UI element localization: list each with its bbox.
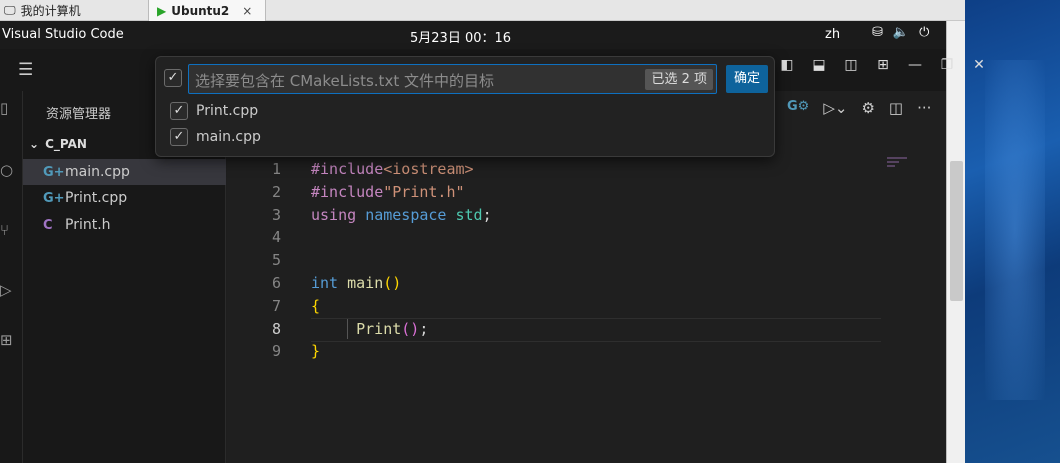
select-all-checkbox[interactable]: ✓ — [164, 69, 182, 87]
minimize-icon[interactable]: — — [904, 57, 926, 73]
line-number: 1 — [271, 160, 281, 178]
item-checkbox[interactable]: ✓ — [170, 102, 188, 120]
network-icon: ⛁ — [872, 25, 883, 40]
c-header-icon: C — [43, 217, 53, 233]
clock[interactable]: 5月23日 00：16 — [410, 27, 511, 46]
selected-count-badge: 已选 2 项 — [645, 69, 713, 90]
code-text: #include"Print.h" — [311, 182, 465, 201]
run-debug-icon[interactable]: ▷ — [0, 281, 12, 299]
explorer-icon[interactable]: ▯ — [0, 99, 8, 117]
host-scrollbar[interactable] — [946, 21, 965, 463]
folder-name: C_PAN — [45, 137, 87, 151]
line-number: 4 — [271, 228, 281, 247]
source-control-icon[interactable]: ⑂ — [0, 221, 9, 239]
cpp-config-icon[interactable]: G⚙ — [787, 99, 809, 117]
code-text: #include<iostream> — [311, 160, 474, 178]
line-number: 2 — [271, 182, 281, 201]
file-item-print-cpp[interactable]: G+ Print.cpp — [23, 185, 226, 211]
scrollbar-thumb[interactable] — [950, 161, 963, 301]
file-item-main-cpp[interactable]: G+ main.cpp — [23, 159, 226, 185]
split-editor-icon[interactable]: ◫ — [889, 99, 903, 117]
line-number: 3 — [271, 205, 281, 224]
window-controls: ◧ ⬓ ◫ ⊞ — ❐ ✕ — [776, 57, 990, 73]
active-app-name[interactable]: Visual Studio Code — [2, 27, 124, 42]
host-tab-label: 我的计算机 — [20, 4, 81, 18]
host-tab-strip: 🖵 我的计算机 ▶ Ubuntu2 × — [0, 0, 965, 21]
code-text: using namespace std; — [311, 205, 492, 224]
code-line-2: 2 #include"Print.h" — [227, 181, 946, 204]
input-placeholder: 选择要包含在 CMakeLists.txt 文件中的目标 — [195, 72, 494, 90]
cpp-icon: G+ — [43, 164, 65, 180]
toggle-panel-icon[interactable]: ⬓ — [808, 57, 830, 73]
restore-icon[interactable]: ❐ — [936, 57, 958, 73]
extensions-icon[interactable]: ⊞ — [0, 331, 13, 349]
target-filter-input[interactable]: 选择要包含在 CMakeLists.txt 文件中的目标 已选 2 项 — [188, 64, 717, 94]
code-text: { — [311, 296, 321, 315]
workspace-folder[interactable]: ⌄ C_PAN — [29, 137, 87, 151]
volume-icon: 🔈 — [892, 25, 910, 40]
code-text: } — [311, 342, 321, 361]
cpp-icon: G+ — [43, 190, 65, 206]
code-text: Print(); — [311, 318, 428, 341]
line-number: 9 — [271, 342, 281, 361]
item-checkbox[interactable]: ✓ — [170, 128, 188, 146]
item-label: Print.cpp — [196, 103, 259, 119]
code-line-6: 6 int main() — [227, 272, 946, 295]
vm-play-icon: ▶ — [157, 3, 167, 18]
line-number: 6 — [271, 273, 281, 292]
quick-pick-item-main-cpp[interactable]: ✓ main.cpp — [170, 128, 261, 146]
toggle-secondary-sidebar-icon[interactable]: ◫ — [840, 57, 862, 73]
activity-bar: ▯ ○ ⑂ ▷ ⊞ — [0, 91, 23, 463]
close-window-icon[interactable]: ✕ — [968, 57, 990, 73]
line-number: 5 — [271, 251, 281, 270]
file-name: Print.cpp — [65, 190, 128, 206]
file-name: Print.h — [65, 217, 111, 233]
search-icon[interactable]: ○ — [0, 161, 13, 179]
code-text: int main() — [311, 273, 402, 292]
power-icon: ⏻ — [919, 25, 930, 40]
run-debug-dropdown-icon[interactable]: ▷⌄ — [823, 99, 847, 117]
host-tab-my-computer[interactable]: 🖵 我的计算机 — [4, 0, 142, 21]
explorer-title: 资源管理器 — [46, 107, 112, 122]
host-tab-label: Ubuntu2 — [171, 3, 230, 18]
code-line-3: 3 using namespace std; — [227, 204, 946, 227]
code-line-4: 4 — [227, 226, 946, 249]
toggle-sidebar-icon[interactable]: ◧ — [776, 57, 798, 73]
quick-pick-item-print-cpp[interactable]: ✓ Print.cpp — [170, 102, 258, 120]
ok-button[interactable]: 确定 — [726, 65, 768, 93]
hamburger-menu-icon[interactable]: ☰ — [18, 60, 40, 80]
item-label: main.cpp — [196, 129, 261, 145]
monitor-icon: 🖵 — [4, 3, 16, 17]
host-tab-ubuntu2[interactable]: ▶ Ubuntu2 × — [148, 0, 266, 21]
code-line-8: 8 Print(); — [227, 317, 946, 342]
editor-toolbar: G⚙ ▷⌄ ⚙ ◫ ··· — [787, 99, 931, 117]
line-number: 8 — [271, 319, 281, 338]
gear-icon[interactable]: ⚙ — [861, 99, 874, 117]
code-line-5: 5 — [227, 249, 946, 272]
chevron-down-icon: ⌄ — [29, 137, 40, 151]
system-top-bar: Visual Studio Code 5月23日 00：16 zh ⛁ 🔈 ⏻ — [0, 21, 946, 49]
code-line-1: 1 #include<iostream> — [227, 158, 946, 181]
code-line-7: 7 { — [227, 295, 946, 318]
code-lines: 1 #include<iostream> 2 #include"Print.h"… — [227, 158, 946, 363]
file-item-print-h[interactable]: C Print.h — [23, 212, 226, 238]
input-language[interactable]: zh — [825, 27, 840, 42]
system-tray[interactable]: ⛁ 🔈 ⏻ — [872, 25, 929, 40]
customize-layout-icon[interactable]: ⊞ — [872, 57, 894, 73]
line-number: 7 — [271, 296, 281, 315]
code-line-9: 9 } — [227, 340, 946, 363]
more-actions-icon[interactable]: ··· — [917, 99, 931, 117]
close-tab-icon[interactable]: × — [242, 4, 252, 18]
file-name: main.cpp — [65, 164, 130, 180]
cmake-target-quick-pick: ✓ 选择要包含在 CMakeLists.txt 文件中的目标 已选 2 项 确定… — [155, 56, 775, 157]
